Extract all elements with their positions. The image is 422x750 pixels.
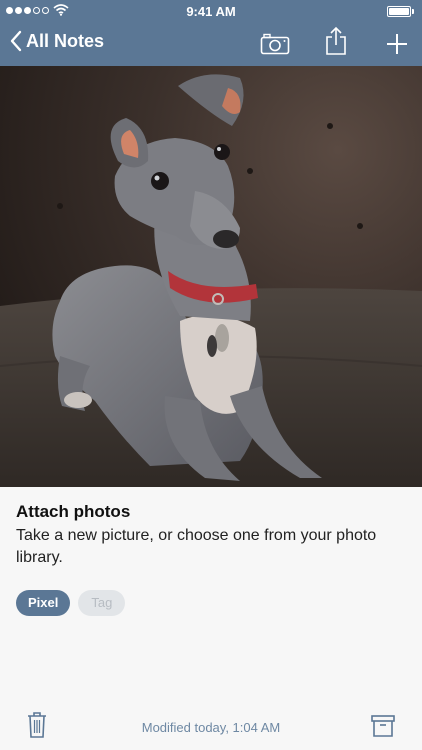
tag-list: Pixel Tag [16,590,126,616]
add-tag-placeholder[interactable]: Tag [78,590,126,616]
battery-icon [387,6,414,17]
share-button[interactable] [320,26,352,56]
navigation-bar: All Notes [0,22,422,66]
back-button-label: All Notes [26,30,105,51]
archive-button[interactable] [371,715,395,742]
note-body[interactable]: Take a new picture, or choose one from y… [16,525,406,569]
dog-photo-image [0,66,422,487]
plus-icon [387,34,407,54]
app-header: 9:41 AM All Notes [0,0,422,66]
share-icon [326,26,346,55]
tag-pixel[interactable]: Pixel [16,590,71,616]
add-note-button[interactable] [381,29,413,59]
archive-icon [371,715,395,737]
chevron-left-icon [10,30,22,52]
modified-timestamp: Modified today, 1:04 AM [141,720,281,735]
camera-icon [260,33,290,55]
status-time: 9:41 AM [186,4,236,19]
note-content[interactable]: Attach photos Take a new picture, or cho… [0,487,422,569]
bottom-toolbar: Modified today, 1:04 AM [0,705,422,750]
back-button[interactable]: All Notes [10,30,104,52]
attached-photo[interactable] [0,66,422,487]
status-bar: 9:41 AM [0,0,422,22]
note-title[interactable]: Attach photos [16,501,406,523]
camera-button[interactable] [259,29,291,59]
